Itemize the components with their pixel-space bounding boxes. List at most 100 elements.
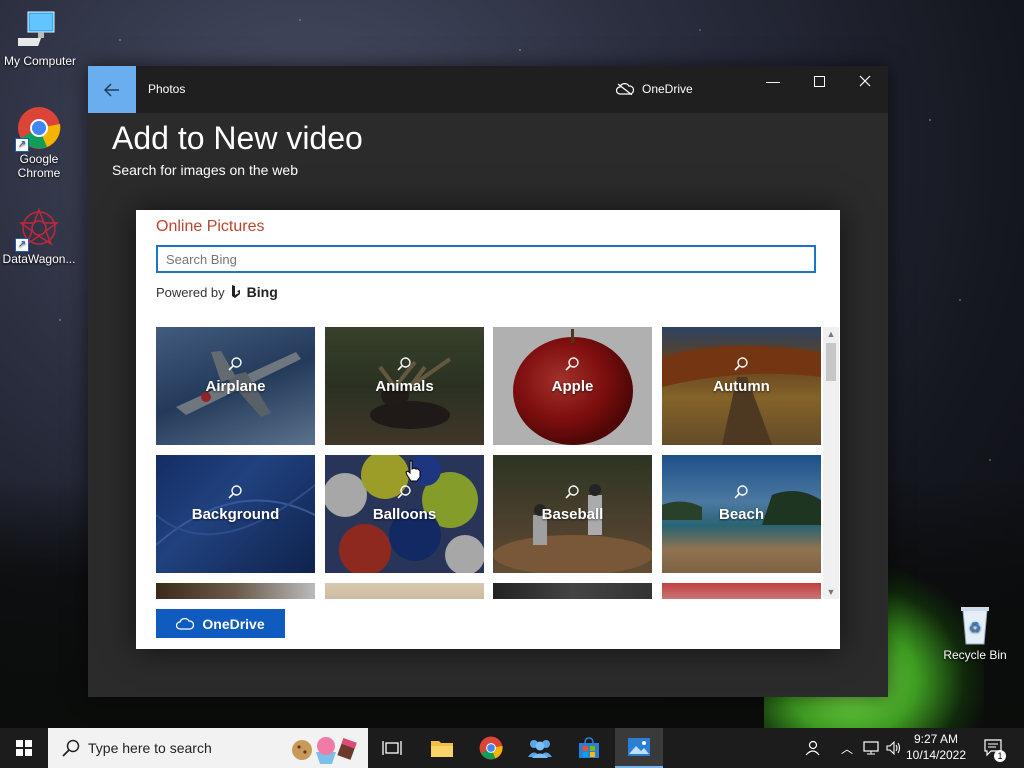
scroll-up-arrow-icon[interactable]: ▲ (823, 327, 839, 341)
windows-logo-icon (16, 740, 32, 756)
category-tile-partial[interactable] (662, 583, 821, 599)
clock-time: 9:27 AM (913, 732, 959, 746)
back-button[interactable] (88, 66, 136, 113)
bing-search-input[interactable] (156, 245, 816, 273)
cloud-off-icon (616, 83, 634, 95)
chrome-icon: ↗ (15, 106, 61, 152)
category-grid: Airplane Animals Apple Autumn Background (156, 327, 822, 599)
svg-text:♻: ♻ (969, 620, 982, 636)
taskbar-chrome[interactable] (467, 728, 515, 768)
search-icon (228, 357, 242, 371)
chrome-icon (479, 736, 503, 760)
category-tile-partial[interactable] (493, 583, 652, 599)
store-icon (579, 737, 599, 758)
desktop-icon-recycle-bin[interactable]: ♻ Recycle Bin (935, 602, 1015, 662)
taskbar-search-box[interactable]: Type here to search (48, 728, 368, 768)
maximize-button[interactable] (796, 66, 842, 96)
tile-label: Autumn (713, 378, 770, 395)
tray-show-hidden-button[interactable]: ︿ (838, 728, 856, 768)
onedrive-status-label: OneDrive (642, 82, 693, 96)
scroll-down-arrow-icon[interactable]: ▼ (823, 585, 839, 599)
tile-label: Beach (718, 506, 765, 523)
category-tile-autumn[interactable]: Autumn (662, 327, 821, 445)
notification-count-badge: 1 (994, 750, 1006, 762)
category-tile-baseball[interactable]: Baseball (493, 455, 652, 573)
volume-icon (886, 741, 901, 755)
taskbar-people[interactable] (516, 728, 564, 768)
onedrive-button-label: OneDrive (202, 615, 265, 632)
hand-cursor-icon (405, 460, 421, 482)
tray-people-button[interactable] (800, 728, 824, 768)
onedrive-status[interactable]: OneDrive (616, 82, 693, 96)
tile-label: Background (191, 506, 280, 523)
category-tile-beach[interactable]: Beach (662, 455, 821, 573)
chevron-up-icon: ︿ (840, 741, 853, 756)
powered-by-bing: Powered by Bing (156, 284, 278, 300)
datawagon-icon: ↗ (15, 206, 61, 252)
page-title: Add to New video (112, 120, 363, 156)
grid-scrollbar[interactable]: ▲ ▼ (823, 327, 839, 599)
taskbar-file-explorer[interactable] (418, 728, 466, 768)
desktop-icon-my-computer[interactable]: My Computer (0, 8, 80, 68)
minimize-icon: — (766, 73, 780, 89)
photos-icon (628, 738, 650, 756)
tile-label: Baseball (541, 506, 604, 523)
cloud-icon (176, 617, 195, 630)
computer-icon (10, 8, 62, 52)
tile-label: Balloons (372, 506, 437, 523)
desktop-icon-label: Google Chrome (17, 152, 61, 180)
powered-by-label: Powered by (156, 284, 225, 300)
recycle-bin-icon: ♻ (953, 602, 997, 646)
tray-volume-button[interactable] (883, 728, 905, 768)
action-center-button[interactable]: 1 (978, 728, 1010, 768)
search-icon (734, 485, 748, 499)
onedrive-button[interactable]: OneDrive (156, 609, 285, 638)
search-icon (734, 357, 748, 371)
desktop-icon-datawagon[interactable]: ↗ DataWagon... (0, 206, 79, 266)
taskbar-store[interactable] (565, 728, 613, 768)
tile-label: Airplane (205, 378, 266, 395)
network-icon (863, 741, 879, 755)
dialog-title: Online Pictures (156, 218, 265, 235)
category-tile-partial[interactable] (156, 583, 315, 599)
taskbar-clock[interactable]: 9:27 AM 10/14/2022 (904, 731, 968, 763)
folder-icon (431, 741, 453, 757)
task-view-button[interactable] (368, 728, 416, 768)
bing-logo-icon (231, 285, 240, 298)
search-icon (228, 485, 242, 499)
search-highlight-sweets-icon (292, 737, 357, 764)
search-icon (397, 357, 411, 371)
app-title: Photos (148, 82, 186, 96)
page-subtitle: Search for images on the web (112, 162, 298, 178)
people-icon (528, 740, 552, 758)
shortcut-arrow-icon: ↗ (15, 138, 29, 152)
arrow-left-icon (104, 82, 119, 97)
search-icon (565, 357, 579, 371)
close-button[interactable] (842, 66, 888, 96)
taskbar-photos[interactable] (615, 728, 663, 768)
clock-date: 10/14/2022 (905, 748, 967, 762)
category-tile-animals[interactable]: Animals (325, 327, 484, 445)
tile-label: Animals (375, 378, 434, 395)
desktop-icon-google-chrome[interactable]: ↗ Google Chrome (0, 106, 79, 180)
person-icon (805, 740, 820, 756)
title-bar: Photos OneDrive — (88, 66, 888, 113)
search-icon (565, 485, 579, 499)
minimize-button[interactable]: — (750, 66, 796, 96)
desktop-icon-label: DataWagon... (2, 252, 76, 266)
shortcut-arrow-icon: ↗ (15, 238, 29, 252)
taskbar: Type here to search ︿ 9:27 AM 10/14/2022… (0, 728, 1024, 768)
desktop-icon-label: My Computer (3, 54, 77, 68)
category-tile-background[interactable]: Background (156, 455, 315, 573)
category-tile-airplane[interactable]: Airplane (156, 327, 315, 445)
close-icon (859, 75, 871, 87)
category-tile-partial[interactable] (325, 583, 484, 599)
scroll-thumb[interactable] (826, 343, 836, 381)
maximize-icon (813, 75, 825, 87)
start-button[interactable] (0, 728, 48, 768)
tray-network-button[interactable] (860, 728, 882, 768)
category-tile-apple[interactable]: Apple (493, 327, 652, 445)
tile-label: Apple (551, 378, 594, 395)
task-view-icon (382, 741, 402, 755)
bing-label: Bing (246, 284, 278, 300)
